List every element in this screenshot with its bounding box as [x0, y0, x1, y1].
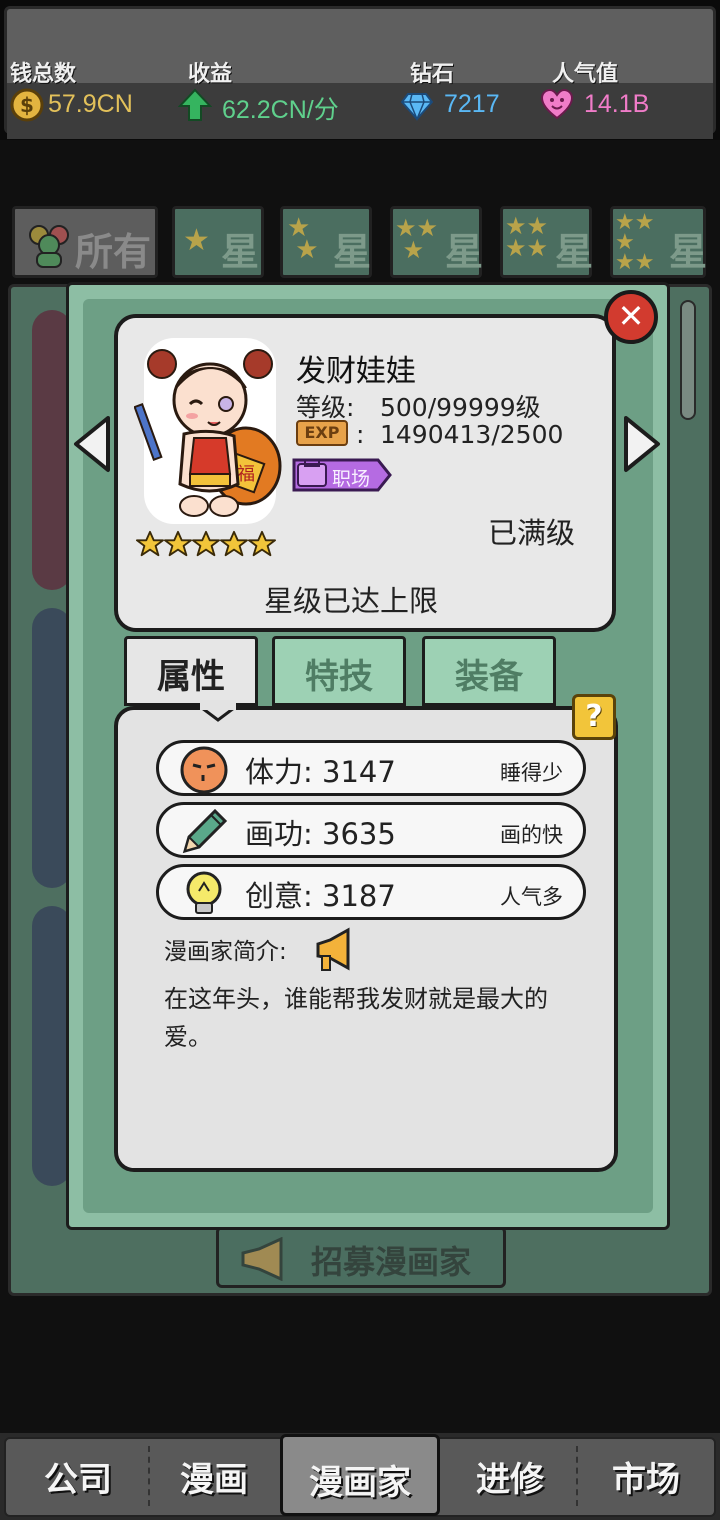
- attribute-stamina-label: 体力: 3147: [245, 755, 396, 789]
- money-label: 钱总数: [10, 62, 77, 87]
- filter-tab-5star[interactable]: ★★ ★ ★★ 星: [610, 206, 708, 278]
- money-value: 57.9CN: [48, 90, 133, 118]
- star-limit-text: 星级已达上限: [264, 584, 439, 618]
- attribute-creativity-desc: 人气多: [500, 885, 563, 909]
- bio-title: 漫画家简介:: [164, 939, 287, 965]
- filter-tab-3star[interactable]: ★★ ★ 星: [390, 206, 484, 278]
- nav-training[interactable]: 进修: [444, 1434, 576, 1516]
- help-button[interactable]: ?: [572, 694, 616, 740]
- max-level-text: 已满级: [488, 516, 576, 550]
- filter-tab-4star[interactable]: ★★ ★★ 星: [500, 206, 594, 278]
- income-label: 收益: [188, 62, 233, 87]
- filter-tab-2star-label: 星: [333, 230, 372, 274]
- tab-skills[interactable]: 特技: [272, 636, 406, 706]
- character-portrait: 福: [134, 338, 282, 524]
- job-tag: 职场: [292, 458, 392, 492]
- status-bar: 钱总数 $ 57.9CN 收益 62.2CN/分 钻石 7217 人气值 14.…: [0, 0, 720, 140]
- svg-text:$: $: [20, 93, 34, 117]
- people-icon: [29, 225, 69, 268]
- job-tag-label: 职场: [332, 468, 371, 490]
- recruit-label: 招募漫画家: [311, 1243, 472, 1281]
- star-icon: [192, 530, 220, 557]
- star-icon: [220, 530, 248, 557]
- nav-comics[interactable]: 漫画: [150, 1434, 278, 1516]
- attribute-row-drawing: 画功: 3635 画的快: [156, 802, 586, 858]
- prev-arrow-icon[interactable]: [72, 414, 112, 474]
- close-button[interactable]: ✕: [604, 290, 658, 344]
- megaphone-icon: [241, 1237, 283, 1281]
- heart-icon: [540, 88, 574, 120]
- attribute-row-stamina: 体力: 3147 睡得少: [156, 740, 586, 796]
- tab-equipment-label: 装备: [455, 657, 523, 697]
- recruit-button[interactable]: 招募漫画家: [216, 1226, 506, 1288]
- attribute-creativity-label: 创意: 3187: [245, 879, 396, 913]
- star-icon: ★: [183, 223, 210, 258]
- exp-badge: EXP: [296, 420, 348, 446]
- star-icon: ★ ★: [287, 213, 319, 265]
- exp-value: 1490413/2500: [380, 420, 564, 449]
- star-icon: [136, 530, 164, 557]
- filter-tab-1star[interactable]: ★ 星: [172, 206, 264, 278]
- nav-artists-label: 漫画家: [309, 1463, 411, 1503]
- star-icon: ★★ ★★: [505, 212, 549, 262]
- filter-tab-4star-label: 星: [555, 230, 594, 274]
- speaker-icon[interactable]: [312, 926, 356, 974]
- tab-equipment[interactable]: 装备: [422, 636, 556, 706]
- next-arrow-icon[interactable]: [622, 414, 662, 474]
- stamina-face-icon: [180, 746, 228, 794]
- attribute-drawing-desc: 画的快: [500, 823, 563, 847]
- pencil-icon: [182, 808, 228, 854]
- nav-company-label: 公司: [44, 1460, 112, 1500]
- level-label: 等级:: [296, 393, 355, 422]
- tab-pointer: [200, 700, 236, 722]
- nav-company[interactable]: 公司: [10, 1434, 146, 1516]
- star-rating: [136, 530, 276, 562]
- character-name: 发财娃娃: [296, 354, 416, 389]
- income-value: 62.2CN/分: [222, 96, 339, 124]
- nav-training-label: 进修: [476, 1460, 544, 1500]
- filter-tab-1star-label: 星: [221, 230, 260, 274]
- nav-comics-label: 漫画: [180, 1460, 248, 1500]
- diamond-label: 钻石: [410, 62, 455, 87]
- filter-tab-2star[interactable]: ★ ★ 星: [280, 206, 372, 278]
- arrow-up-icon: [178, 88, 212, 121]
- nav-market-label: 市场: [612, 1460, 680, 1500]
- star-icon: [164, 530, 192, 557]
- popularity-label: 人气值: [552, 62, 619, 87]
- tab-attributes-label: 属性: [157, 657, 225, 697]
- filter-tab-all-label: 所有: [75, 230, 152, 274]
- diamond-icon: [400, 93, 434, 121]
- svg-text:福: 福: [237, 464, 255, 485]
- lightbulb-icon: [186, 871, 222, 914]
- tab-attributes[interactable]: 属性: [124, 636, 258, 706]
- attribute-drawing-label: 画功: 3635: [245, 817, 396, 851]
- nav-market[interactable]: 市场: [578, 1434, 714, 1516]
- scrollbar[interactable]: [680, 300, 696, 420]
- diamond-value: 7217: [444, 90, 500, 118]
- popularity-value: 14.1B: [584, 90, 650, 118]
- star-icon: ★★ ★: [395, 214, 439, 264]
- nav-artists[interactable]: 漫画家: [280, 1434, 440, 1516]
- filter-tab-all[interactable]: 所有: [12, 206, 158, 278]
- bio-text: 在这年头，谁能帮我发财就是最大的爱。: [164, 985, 548, 1051]
- tab-skills-label: 特技: [305, 657, 373, 697]
- star-icon: [248, 530, 276, 557]
- filter-tab-3star-label: 星: [445, 230, 484, 274]
- filter-tab-5star-label: 星: [669, 230, 708, 274]
- coin-icon: $: [10, 88, 44, 122]
- level-value: 500/99999级: [380, 393, 541, 422]
- attribute-stamina-desc: 睡得少: [500, 761, 563, 785]
- attribute-row-creativity: 创意: 3187 人气多: [156, 864, 586, 920]
- star-icon: ★★ ★ ★★: [615, 210, 655, 275]
